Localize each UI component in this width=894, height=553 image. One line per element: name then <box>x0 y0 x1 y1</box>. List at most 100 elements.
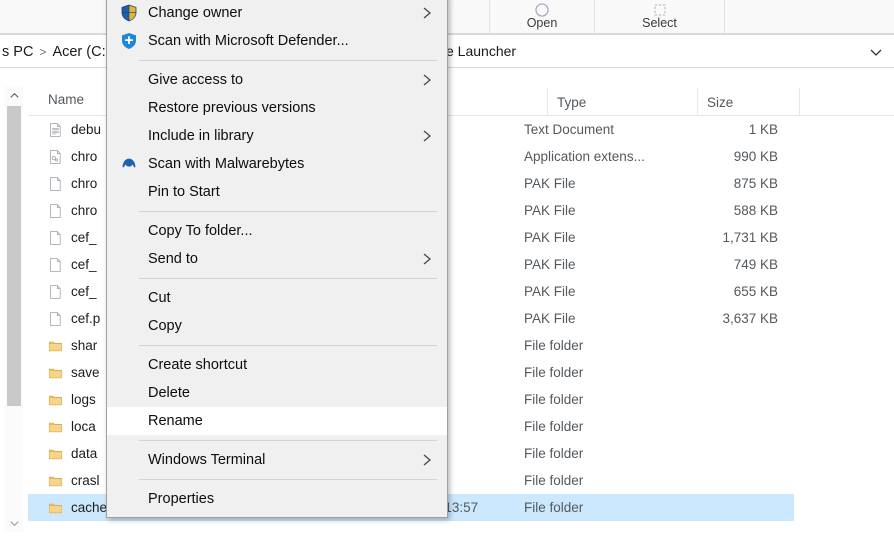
file-name-cell[interactable]: chro <box>48 202 97 220</box>
menu-item-scan-with-malwarebytes[interactable]: Scan with Malwarebytes <box>107 150 447 178</box>
file-name-label: cache <box>71 500 108 515</box>
chevron-right-icon <box>423 7 431 19</box>
menu-item-rename[interactable]: Rename <box>107 407 447 435</box>
menu-item-cut[interactable]: Cut <box>107 284 447 312</box>
menu-separator <box>139 211 437 212</box>
menu-item-create-shortcut[interactable]: Create shortcut <box>107 351 447 379</box>
blank-file-icon <box>50 203 61 218</box>
menu-item-delete[interactable]: Delete <box>107 379 447 407</box>
file-size-cell: 1 KB <box>748 122 778 137</box>
ribbon-group-open[interactable]: Open <box>489 0 594 33</box>
file-name-label: shar <box>71 338 98 353</box>
menu-item-pin-to-start[interactable]: Pin to Start <box>107 178 447 206</box>
file-size-cell: 875 KB <box>733 176 778 191</box>
folder-icon <box>48 368 63 378</box>
chevron-up-icon <box>9 92 19 98</box>
menu-item-copy-to-folder[interactable]: Copy To folder... <box>107 217 447 245</box>
menu-item-copy[interactable]: Copy <box>107 312 447 340</box>
file-type-cell: File folder <box>524 446 584 461</box>
context-menu[interactable]: Change owner Scan with Microsoft Defender… <box>106 0 448 518</box>
menu-item-label: Delete <box>148 385 190 401</box>
file-name-label: debu <box>71 122 102 137</box>
ribbon-group-open-label: Open <box>526 16 558 30</box>
menu-item-include-in-library[interactable]: Include in library <box>107 122 447 150</box>
menu-item-label: Copy To folder... <box>148 223 253 239</box>
file-size-cell: 1,731 KB <box>722 230 778 245</box>
breadcrumb-item-0[interactable]: s PC <box>2 44 33 60</box>
file-name-cell[interactable]: cef_ <box>48 256 97 274</box>
blank-file-icon <box>50 230 61 245</box>
menu-separator <box>139 440 437 441</box>
menu-item-give-access-to[interactable]: Give access to <box>107 66 447 94</box>
file-size-cell: 3,637 KB <box>722 311 778 326</box>
file-name-cell[interactable]: chro <box>48 148 97 166</box>
file-name-cell[interactable]: chro <box>48 175 97 193</box>
column-header-name[interactable]: Name <box>48 92 84 107</box>
uac-shield-icon <box>121 4 137 22</box>
menu-item-windows-terminal[interactable]: Windows Terminal <box>107 446 447 474</box>
file-type-cell: Text Document <box>524 122 615 137</box>
menu-item-label: Give access to <box>148 72 244 88</box>
file-name-label: cef_ <box>71 230 97 245</box>
file-name-cell[interactable]: cef_ <box>48 283 97 301</box>
folder-icon <box>48 422 63 432</box>
file-name-cell[interactable]: logs <box>48 391 96 409</box>
malwarebytes-icon <box>122 158 136 168</box>
menu-item-label: Cut <box>148 290 171 306</box>
file-name-cell[interactable]: cef_ <box>48 229 97 247</box>
ribbon-group-select[interactable]: Select <box>594 0 724 33</box>
blank-file-icon <box>50 257 61 272</box>
file-name-label: cef.p <box>71 311 101 326</box>
file-type-cell: PAK File <box>524 257 576 272</box>
chevron-right-icon <box>423 454 431 466</box>
file-name-label: save <box>71 365 100 380</box>
file-size-cell: 655 KB <box>733 284 778 299</box>
folder-icon <box>48 449 63 459</box>
file-type-cell: PAK File <box>524 203 576 218</box>
scroll-up-button[interactable] <box>5 86 23 104</box>
menu-separator <box>139 479 437 480</box>
column-header-type[interactable]: Type <box>547 88 697 116</box>
column-header-size[interactable]: Size <box>697 88 799 116</box>
file-name-cell[interactable]: cef.p <box>48 310 100 328</box>
file-type-cell: File folder <box>524 473 584 488</box>
file-name-cell[interactable]: save <box>48 364 100 382</box>
file-name-label: loca <box>71 419 96 434</box>
menu-item-send-to[interactable]: Send to <box>107 245 447 273</box>
vertical-scrollbar[interactable] <box>5 86 23 532</box>
file-name-cell[interactable]: loca <box>48 418 96 436</box>
menu-item-label: Include in library <box>148 128 254 144</box>
menu-item-label: Send to <box>148 251 198 267</box>
file-name-cell[interactable]: crasl <box>48 472 100 490</box>
file-type-cell: File folder <box>524 419 584 434</box>
file-type-cell: PAK File <box>524 311 576 326</box>
file-name-label: logs <box>71 392 96 407</box>
menu-item-restore-previous-versions[interactable]: Restore previous versions <box>107 94 447 122</box>
chevron-right-icon <box>423 130 431 142</box>
file-name-label: cef_ <box>71 257 97 272</box>
scrollbar-thumb[interactable] <box>7 106 21 406</box>
file-name-cell[interactable]: debu <box>48 121 101 139</box>
file-type-cell: File folder <box>524 500 584 515</box>
ribbon-group-select-label: Select <box>642 16 677 30</box>
blank-file-icon <box>50 176 61 191</box>
breadcrumb-item-1[interactable]: Acer (C: <box>52 44 105 60</box>
breadcrumb-separator: > <box>39 45 47 59</box>
chevron-down-icon <box>9 520 19 526</box>
menu-item-properties[interactable]: Properties <box>107 485 447 513</box>
menu-item-label: Windows Terminal <box>148 452 266 468</box>
chevron-down-icon[interactable] <box>868 44 884 60</box>
breadcrumb[interactable]: s PC > Acer (C: <box>0 40 106 64</box>
ribbon-group-extra <box>724 0 894 33</box>
menu-item-label: Restore previous versions <box>148 100 316 116</box>
file-size-cell: 990 KB <box>733 149 778 164</box>
file-name-cell[interactable]: data <box>48 445 97 463</box>
menu-item-label: Copy <box>148 318 182 334</box>
menu-item-scan-with-microsoft-defender[interactable]: Scan with Microsoft Defender... <box>107 27 447 55</box>
scroll-down-button[interactable] <box>5 514 23 532</box>
file-name-cell[interactable]: cache <box>48 499 107 517</box>
file-type-cell: Application extens... <box>524 149 645 164</box>
file-name-label: chro <box>71 149 98 164</box>
menu-item-change-owner[interactable]: Change owner <box>107 0 447 27</box>
file-name-cell[interactable]: shar <box>48 337 97 355</box>
